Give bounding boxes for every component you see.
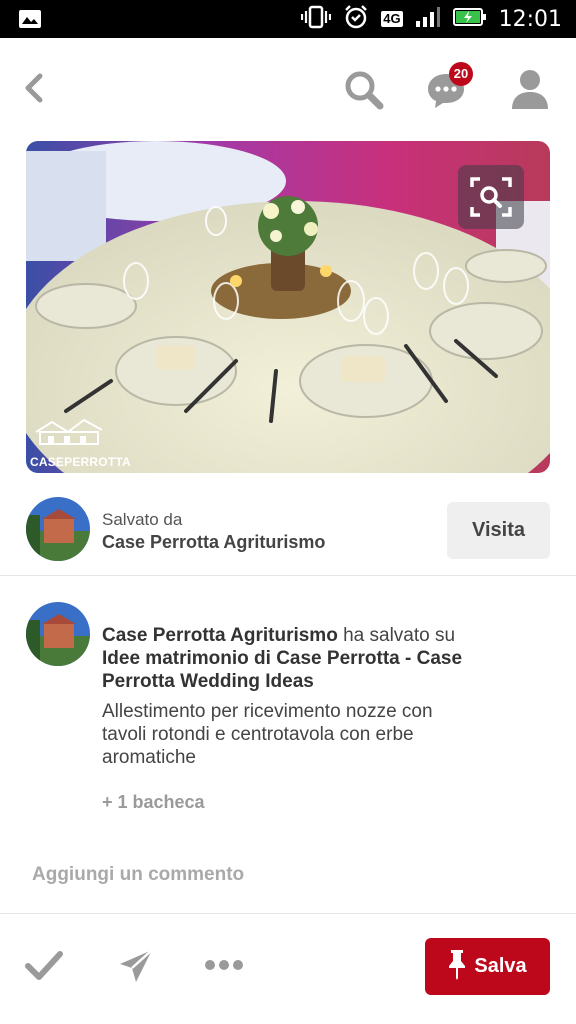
comment-input[interactable]: Aggiungi un commento: [32, 864, 244, 886]
avatar[interactable]: [26, 497, 90, 561]
saved-by-name[interactable]: Case Perrotta Agriturismo: [102, 532, 325, 553]
signal-icon: [415, 6, 441, 33]
action-bar: Salva: [0, 914, 576, 1024]
chevron-left-icon[interactable]: [20, 68, 54, 108]
visit-button[interactable]: Visita: [447, 502, 550, 559]
saved-by-row: Salvato da Case Perrotta Agriturismo Vis…: [0, 497, 576, 577]
more-boards-link[interactable]: + 1 bacheca: [102, 792, 205, 813]
pin-image[interactable]: CASEPERROTTA: [26, 141, 550, 473]
top-nav: 20: [0, 38, 576, 138]
pin-description: Allestimento per ricevimento nozze con t…: [102, 701, 433, 768]
more-dots-icon[interactable]: [204, 958, 244, 977]
notification-badge: 20: [449, 62, 473, 86]
person-icon[interactable]: [510, 68, 550, 115]
network-4g-icon: 4G: [381, 11, 403, 27]
avatar[interactable]: [26, 602, 90, 666]
send-icon[interactable]: [118, 948, 154, 989]
vibrate-icon: [301, 5, 332, 34]
alarm-icon: [343, 4, 369, 35]
battery-charging-icon: [452, 7, 487, 32]
clock: 12:01: [498, 6, 562, 32]
pin-icon: [448, 948, 466, 986]
action-text: ha salvato su: [337, 625, 456, 646]
visual-search-icon[interactable]: [458, 165, 524, 229]
watermark-logo-icon: [32, 412, 106, 451]
search-icon[interactable]: [342, 68, 386, 117]
checkmark-icon[interactable]: [24, 948, 64, 989]
save-button-label: Salva: [474, 955, 527, 977]
saved-attribution: Case Perrotta Agriturismo ha salvato su …: [102, 624, 482, 693]
watermark-text: CASEPERROTTA: [30, 455, 131, 469]
board-link[interactable]: Idee matrimonio di Case Perrotta - Case …: [102, 648, 462, 692]
user-link[interactable]: Case Perrotta Agriturismo: [102, 625, 338, 646]
divider: [0, 575, 576, 576]
save-button[interactable]: Salva: [425, 938, 550, 995]
status-bar: 4G 12:01: [0, 0, 576, 38]
saved-by-label: Salvato da: [102, 510, 183, 529]
image-icon: [18, 9, 42, 34]
